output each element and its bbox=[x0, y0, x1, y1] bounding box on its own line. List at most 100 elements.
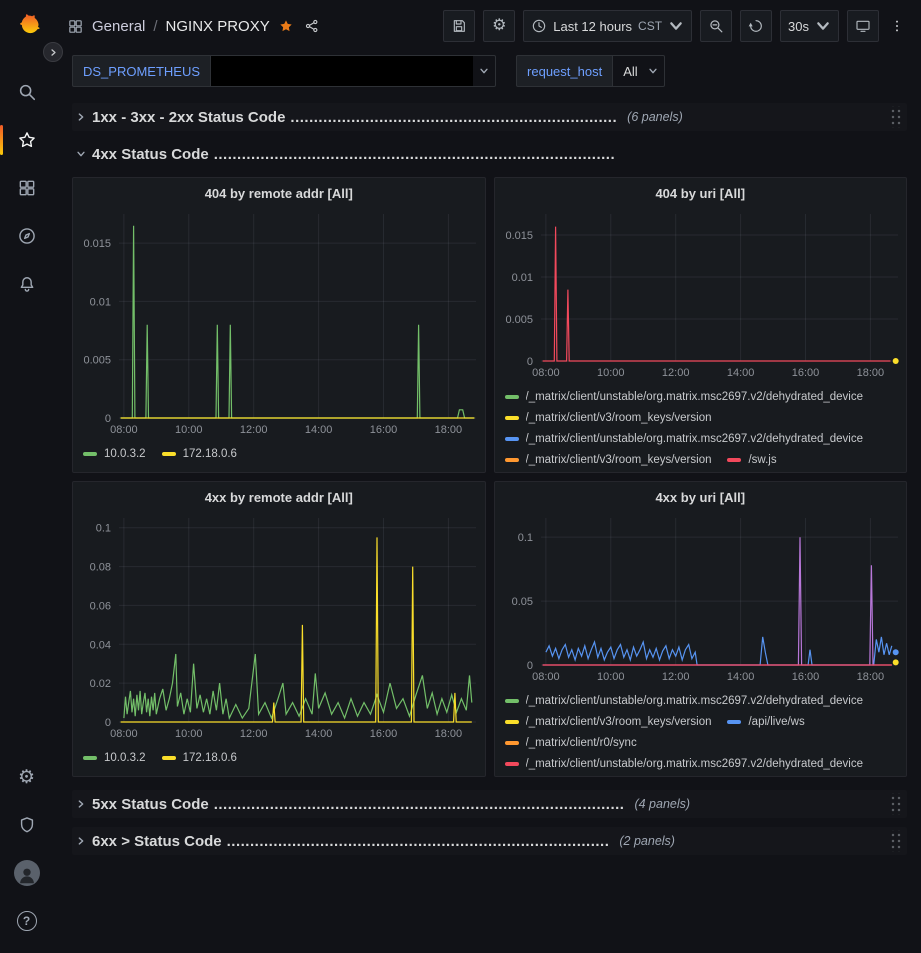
help-icon: ? bbox=[17, 911, 37, 931]
svg-text:08:00: 08:00 bbox=[532, 367, 560, 379]
sidebar-item-server-admin[interactable] bbox=[0, 801, 53, 849]
zoom-out-icon bbox=[708, 18, 724, 34]
legend-item[interactable]: /_matrix/client/unstable/org.matrix.msc2… bbox=[505, 428, 864, 449]
save-dashboard-button[interactable] bbox=[443, 10, 475, 42]
panel-title[interactable]: 4xx by remote addr [All] bbox=[73, 484, 485, 510]
legend-item[interactable]: /_matrix/client/r0/sync bbox=[505, 732, 637, 753]
sidebar-item-help[interactable]: ? bbox=[0, 897, 53, 945]
avatar bbox=[14, 860, 40, 886]
sidebar-item-explore[interactable] bbox=[0, 212, 53, 260]
legend-item[interactable]: 172.18.0.6 bbox=[162, 747, 237, 768]
row-drag-handle[interactable] bbox=[889, 793, 901, 815]
sidebar-item-configuration[interactable]: ⚙ bbox=[0, 753, 53, 801]
time-series-chart[interactable]: 00.0050.010.01508:0010:0012:0014:0016:00… bbox=[495, 206, 907, 381]
panel-title[interactable]: 404 by remote addr [All] bbox=[73, 180, 485, 206]
dashboards-grid-icon bbox=[17, 178, 37, 198]
sidebar-item-profile[interactable] bbox=[0, 849, 53, 897]
tv-mode-button[interactable] bbox=[847, 10, 879, 42]
row-drag-handle[interactable] bbox=[889, 106, 901, 128]
svg-text:14:00: 14:00 bbox=[305, 728, 333, 740]
sidebar-item-dashboards[interactable] bbox=[0, 164, 53, 212]
svg-text:0.02: 0.02 bbox=[90, 678, 111, 690]
legend-label: /api/live/ws bbox=[748, 716, 804, 728]
legend-label: /_matrix/client/unstable/org.matrix.msc2… bbox=[526, 391, 864, 403]
row-title-dots: ........................................… bbox=[214, 796, 625, 813]
dashboard-settings-button[interactable]: ⚙ bbox=[483, 10, 515, 42]
svg-text:18:00: 18:00 bbox=[435, 728, 463, 740]
legend-item[interactable]: 10.0.3.2 bbox=[83, 443, 146, 464]
panel-title[interactable]: 404 by uri [All] bbox=[495, 180, 907, 206]
refresh-dashboard-button[interactable] bbox=[740, 10, 772, 42]
sidebar-item-starred[interactable] bbox=[0, 116, 53, 164]
legend-label: 172.18.0.6 bbox=[183, 752, 237, 764]
time-series-chart[interactable]: 00.050.108:0010:0012:0014:0016:0018:00 bbox=[495, 510, 907, 685]
row-drag-handle[interactable] bbox=[889, 830, 901, 852]
kebab-menu-button[interactable] bbox=[887, 10, 907, 42]
star-icon bbox=[17, 130, 37, 150]
svg-text:14:00: 14:00 bbox=[726, 367, 754, 379]
favorite-star-icon[interactable] bbox=[278, 18, 294, 34]
legend-item[interactable]: 172.18.0.6 bbox=[162, 443, 237, 464]
legend-item[interactable]: /_matrix/client/v3/room_keys/version bbox=[505, 711, 712, 732]
chevron-right-icon bbox=[76, 836, 86, 846]
svg-text:0.1: 0.1 bbox=[96, 523, 111, 535]
legend-swatch bbox=[505, 437, 519, 441]
legend-item[interactable]: /_matrix/client/v3/room_keys/version bbox=[505, 449, 712, 470]
time-series-chart[interactable]: 00.020.040.060.080.108:0010:0012:0014:00… bbox=[73, 510, 485, 742]
svg-text:0.06: 0.06 bbox=[90, 600, 111, 612]
legend-item[interactable]: /_matrix/client/unstable/org.matrix.msc2… bbox=[505, 690, 864, 711]
svg-text:14:00: 14:00 bbox=[305, 424, 333, 436]
compass-icon bbox=[17, 226, 37, 246]
legend-item[interactable]: /sw.js bbox=[727, 449, 776, 470]
time-range-picker[interactable]: Last 12 hours CST bbox=[523, 10, 692, 42]
legend-item[interactable]: /_matrix/client/unstable/org.matrix.msc2… bbox=[505, 386, 864, 407]
legend-item[interactable]: /api/live/ws bbox=[727, 711, 804, 732]
svg-text:0.015: 0.015 bbox=[83, 238, 111, 250]
sidebar-item-alerting[interactable] bbox=[0, 260, 53, 308]
row-title: 5xx Status Code bbox=[92, 796, 209, 813]
top-navbar: General / NGINX PROXY ⚙ L bbox=[53, 0, 921, 52]
search-icon bbox=[17, 82, 37, 102]
svg-text:12:00: 12:00 bbox=[661, 367, 689, 379]
dashboard-canvas: 1xx - 3xx - 2xx Status Code ............… bbox=[53, 90, 921, 953]
grafana-logo-icon[interactable] bbox=[11, 10, 43, 42]
legend-item[interactable]: 10.0.3.2 bbox=[83, 747, 146, 768]
datasource-select[interactable] bbox=[210, 55, 496, 87]
svg-text:08:00: 08:00 bbox=[110, 728, 138, 740]
panel-title[interactable]: 4xx by uri [All] bbox=[495, 484, 907, 510]
legend-item[interactable]: /_matrix/client/v3/room_keys/version bbox=[505, 407, 712, 428]
refresh-interval-picker[interactable]: 30s bbox=[780, 10, 839, 42]
panel-404-by-uri: 404 by uri [All] 00.0050.010.01508:0010:… bbox=[494, 177, 908, 473]
row-6xx[interactable]: 6xx > Status Code ......................… bbox=[72, 827, 907, 855]
share-icon[interactable] bbox=[304, 18, 320, 34]
svg-text:16:00: 16:00 bbox=[791, 367, 819, 379]
svg-text:0.01: 0.01 bbox=[511, 272, 532, 284]
legend-label: /_matrix/client/unstable/org.matrix.msc2… bbox=[526, 433, 864, 445]
legend-swatch bbox=[505, 762, 519, 766]
row-1xx-3xx-2xx[interactable]: 1xx - 3xx - 2xx Status Code ............… bbox=[72, 103, 907, 131]
svg-text:12:00: 12:00 bbox=[661, 671, 689, 683]
row-5xx[interactable]: 5xx Status Code ........................… bbox=[72, 790, 907, 818]
sidebar-item-search[interactable] bbox=[0, 68, 53, 116]
sidebar-expand-button[interactable] bbox=[43, 42, 63, 62]
row-title-dots: ........................................… bbox=[227, 833, 610, 850]
request-host-select[interactable]: All bbox=[612, 55, 664, 87]
legend-swatch bbox=[83, 452, 97, 456]
svg-text:0.08: 0.08 bbox=[90, 562, 111, 574]
row-4xx[interactable]: 4xx Status Code ........................… bbox=[72, 140, 907, 168]
request-host-value: All bbox=[613, 64, 641, 79]
svg-text:0.04: 0.04 bbox=[90, 639, 111, 651]
dashboard-title[interactable]: NGINX PROXY bbox=[166, 18, 270, 35]
zoom-out-time-button[interactable] bbox=[700, 10, 732, 42]
variable-datasource-label[interactable]: DS_PROMETHEUS bbox=[72, 55, 210, 87]
svg-text:0.01: 0.01 bbox=[90, 296, 111, 308]
variable-request-host-label[interactable]: request_host bbox=[516, 55, 612, 87]
grafana-app: ⚙ ? General / NGINX bbox=[0, 0, 921, 953]
legend-item[interactable]: /_matrix/client/unstable/org.matrix.msc2… bbox=[505, 753, 864, 774]
chevron-down-icon bbox=[815, 18, 831, 34]
variables-bar: DS_PROMETHEUS request_host All bbox=[53, 52, 921, 90]
legend-swatch bbox=[727, 720, 741, 724]
breadcrumb-folder[interactable]: General bbox=[92, 18, 145, 35]
svg-text:10:00: 10:00 bbox=[597, 671, 625, 683]
time-series-chart[interactable]: 00.0050.010.01508:0010:0012:0014:0016:00… bbox=[73, 206, 485, 438]
